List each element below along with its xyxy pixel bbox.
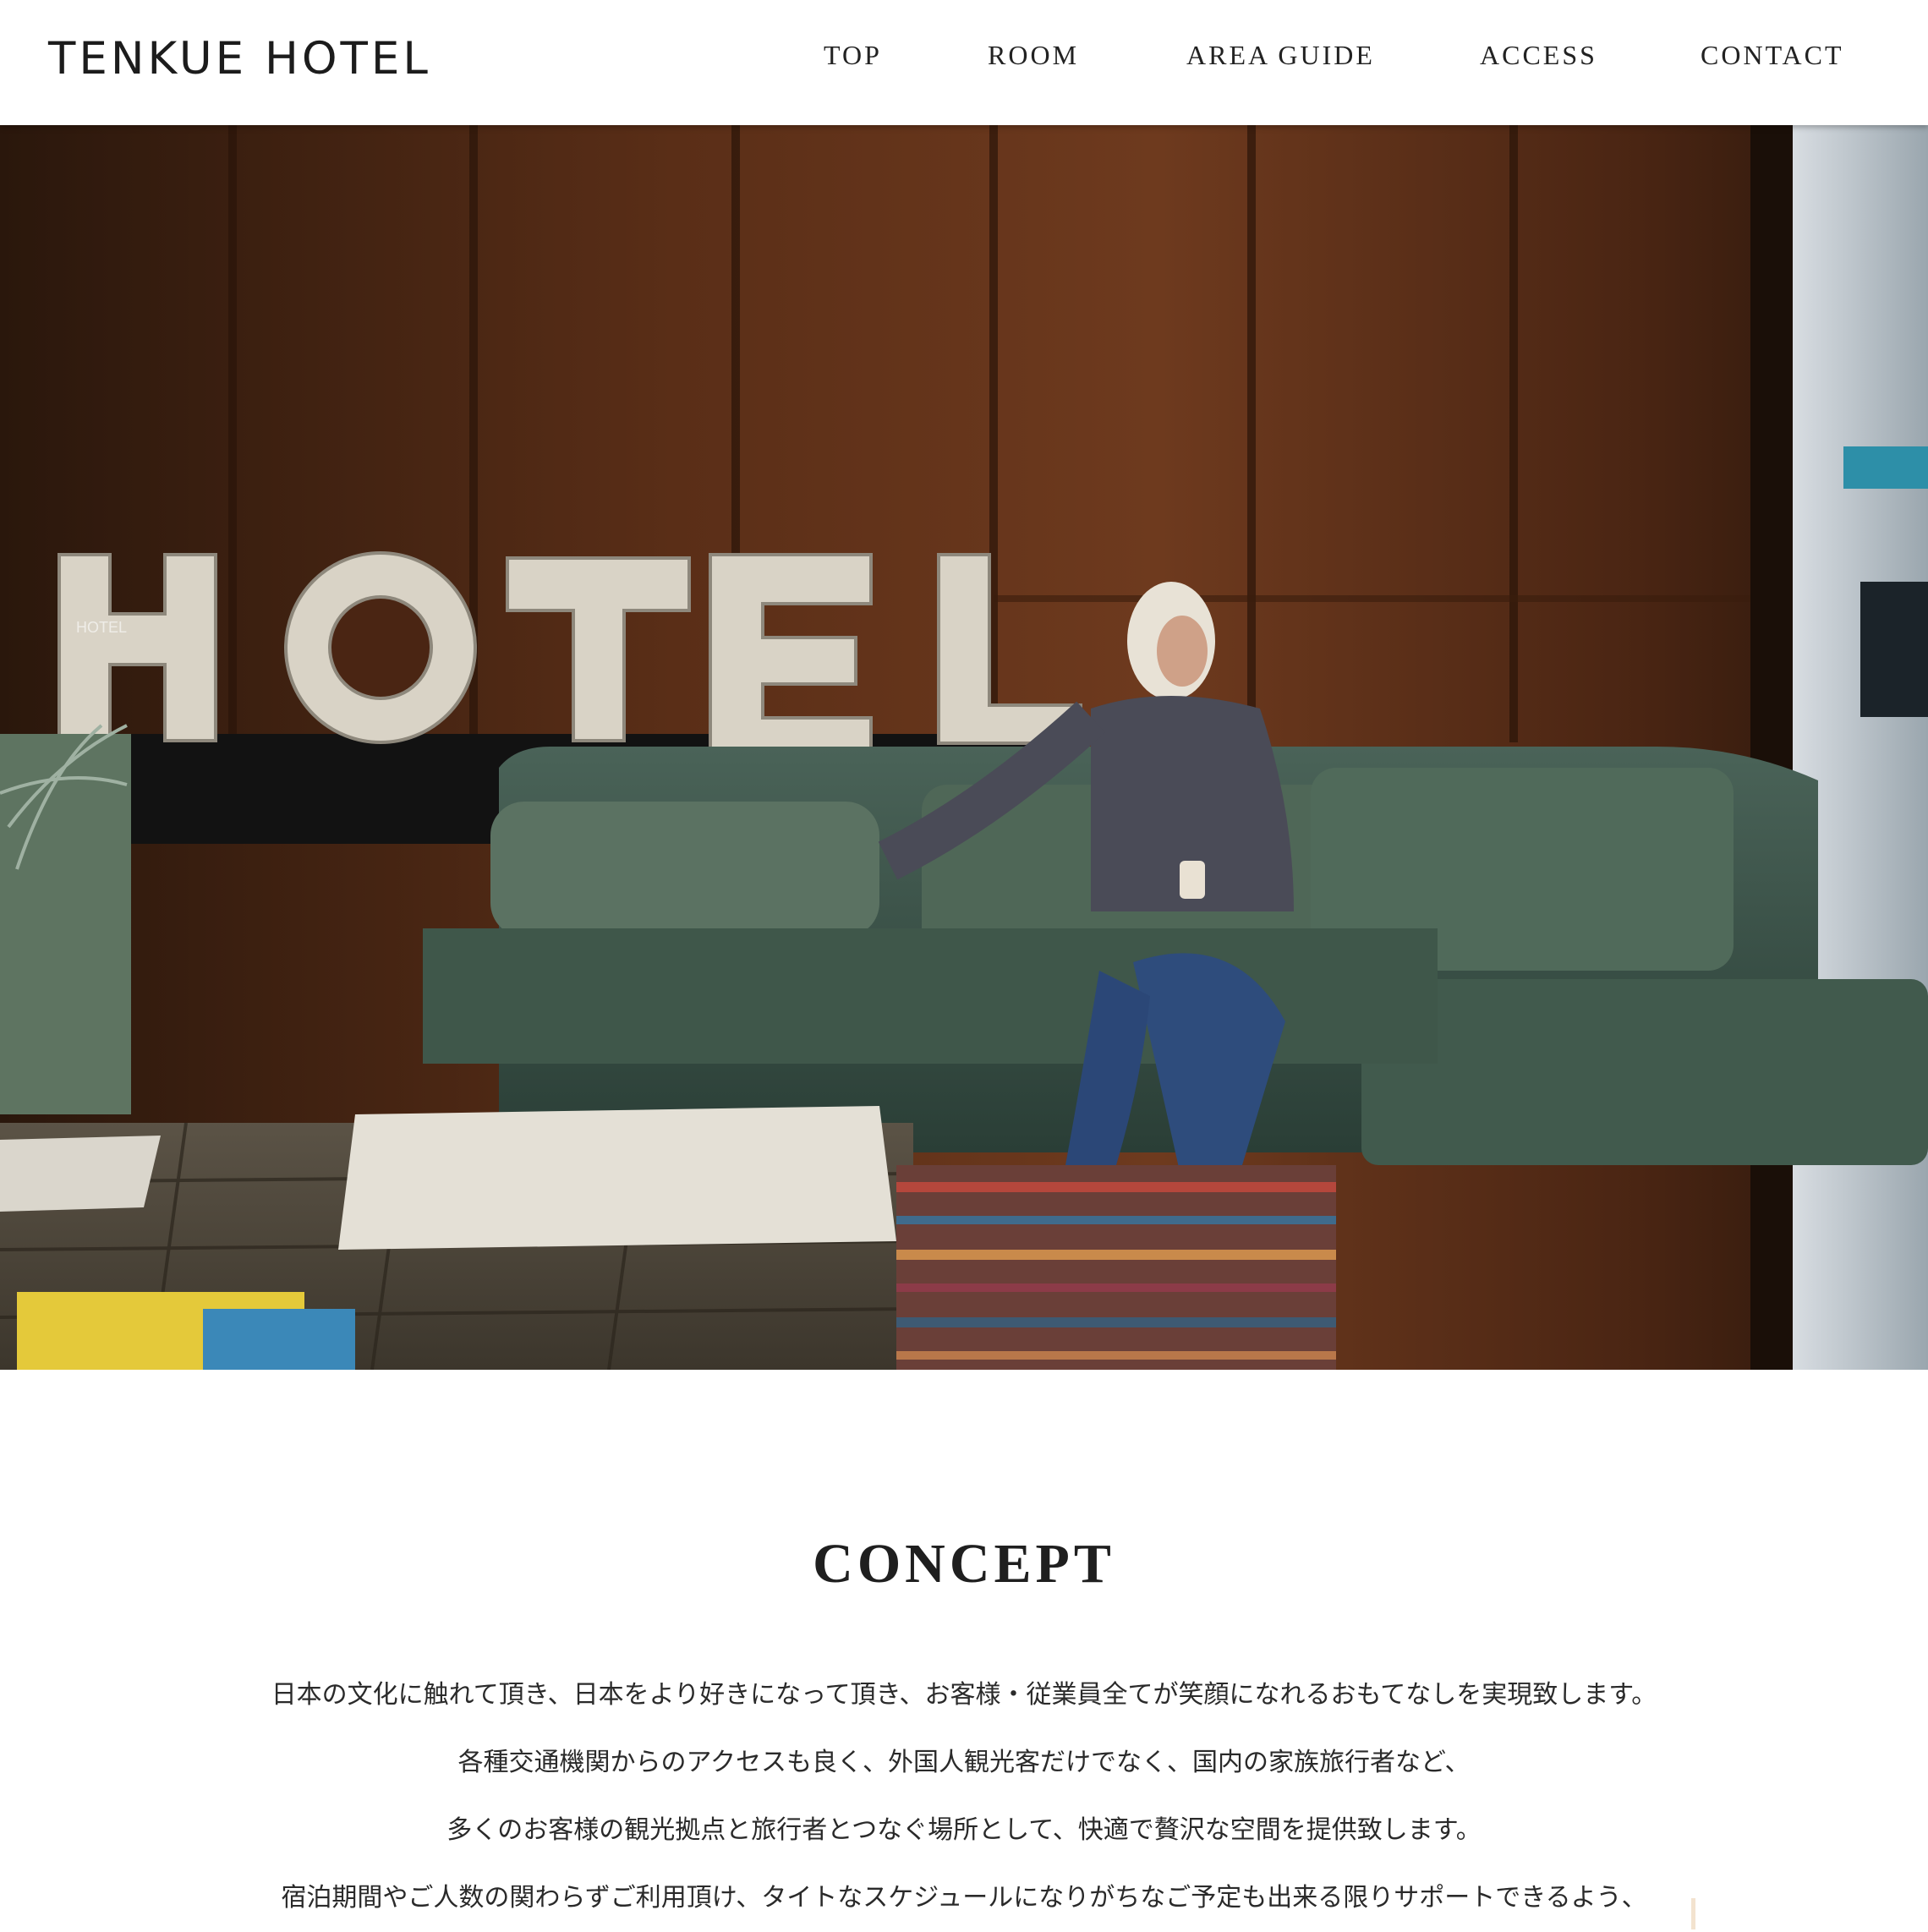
concept-line: 各種交通機関からのアクセスも良く、外国人観光客だけでなく、国内の家族旅行者など、 [457, 1748, 1471, 1777]
hotel-lobby-photo: HOTEL [0, 125, 1928, 1370]
site-header: TENKUE HOTEL TOP ROOM AREA GUIDE ACCESS … [0, 0, 1928, 125]
hotel-sign-label: HOTEL [76, 619, 127, 636]
concept-line: 日本の文化に触れて頂き、日本をより好きになって頂き、お客様・従業員全てが笑顔にな… [271, 1680, 1657, 1710]
nav-item-top[interactable]: TOP [824, 34, 882, 76]
nav-item-room[interactable]: ROOM [988, 34, 1079, 76]
hero-image: HOTEL [0, 125, 1928, 1370]
nav-item-access[interactable]: ACCESS [1480, 34, 1597, 76]
concept-line: 宿泊期間やご人数の関わらずご利用頂け、タイトなスケジュールになりがちなご予定も出… [281, 1883, 1647, 1913]
concept-text: 日本の文化に触れて頂き、日本をより好きになって頂き、お客様・従業員全てが笑顔にな… [0, 1661, 1928, 1932]
striped-rug [896, 1165, 1336, 1370]
nav-item-contact[interactable]: CONTACT [1701, 34, 1844, 76]
main-nav: TOP ROOM AREA GUIDE ACCESS CONTACT [0, 34, 1928, 76]
concept-line: 多くのお客様の観光拠点と旅行者とつなぐ場所として、快適で贅沢な空間を提供致します… [446, 1815, 1482, 1845]
nav-item-area-guide[interactable]: AREA GUIDE [1186, 34, 1375, 76]
concept-title: CONCEPT [813, 1532, 1115, 1595]
scroll-indicator [1691, 1898, 1695, 1929]
